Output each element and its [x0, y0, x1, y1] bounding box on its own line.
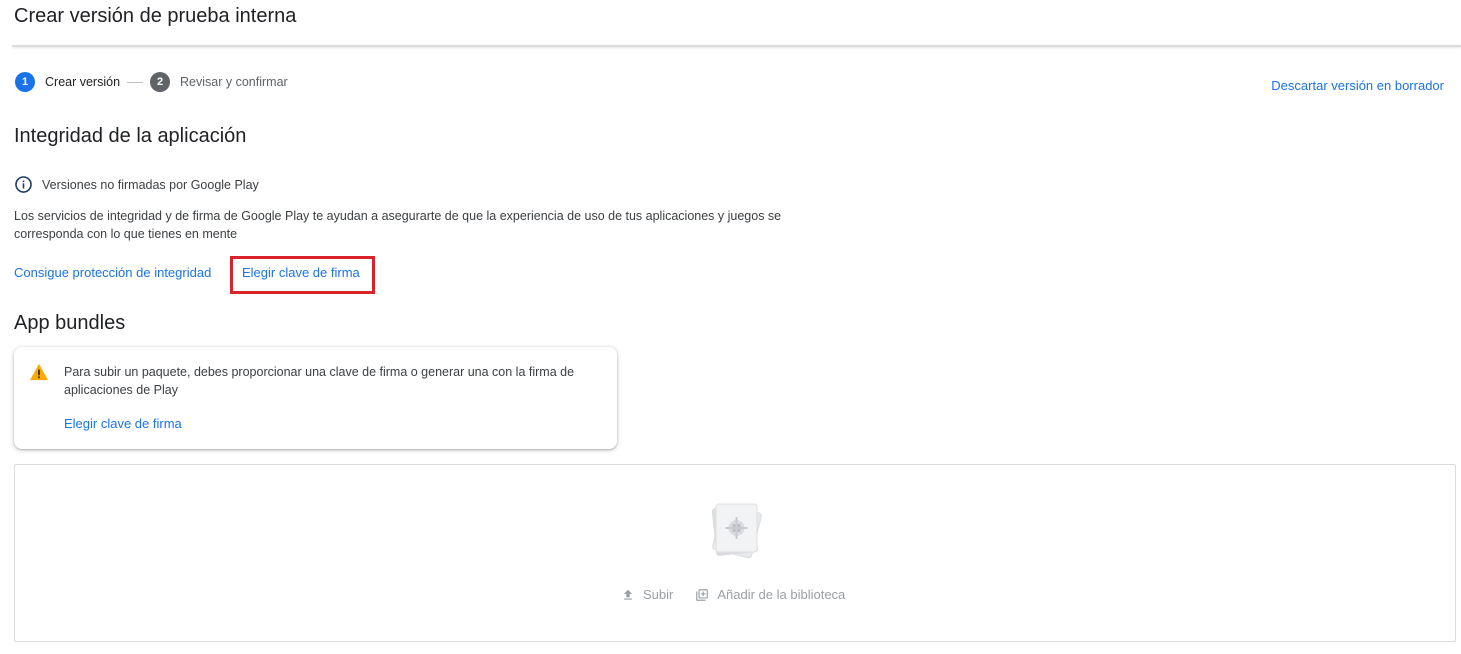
upload-icon [623, 589, 633, 600]
app-bundle-placeholder-icon [711, 503, 762, 559]
add-from-library-label: Añadir de la biblioteca [717, 587, 846, 602]
bundles-heading: App bundles [14, 312, 126, 334]
add-library-icon [696, 588, 709, 601]
step-2-number: 2 [150, 72, 171, 92]
integrity-status: Versiones no firmadas por Google Play [14, 175, 259, 194]
step-1-number: 1 [15, 72, 35, 92]
integrity-description: Los servicios de integridad y de firma d… [14, 209, 782, 241]
discard-draft-link[interactable]: Descartar versión en borrador [1271, 78, 1444, 93]
info-icon [15, 176, 32, 193]
get-integrity-protection-link[interactable]: Consigue protección de integridad [14, 265, 211, 280]
warning-choose-signing-key-link[interactable]: Elegir clave de firma [64, 416, 182, 431]
upload-actions: Subir Añadir de la biblioteca [621, 587, 845, 602]
highlight-box [230, 256, 375, 294]
bundle-upload-area[interactable]: Subir Añadir de la biblioteca [14, 464, 1456, 642]
page-title: Crear versión de prueba interna [14, 5, 297, 27]
integrity-heading: Integridad de la aplicación [14, 125, 247, 147]
step-2-label: Revisar y confirmar [180, 75, 288, 89]
stepper: 1 Crear versión 2 Revisar y confirmar [15, 72, 288, 92]
signing-key-warning-card: Para subir un paquete, debes proporciona… [14, 347, 617, 449]
add-from-library-button[interactable]: Añadir de la biblioteca [695, 587, 845, 602]
title-divider [12, 45, 1461, 47]
step-connector [127, 81, 144, 83]
warning-text: Para subir un paquete, debes proporciona… [64, 365, 575, 397]
warning-icon [30, 363, 48, 381]
integrity-status-text: Versiones no firmadas por Google Play [42, 177, 259, 192]
upload-label: Subir [643, 587, 674, 602]
upload-button[interactable]: Subir [621, 587, 673, 602]
step-1-label: Crear versión [45, 75, 121, 89]
